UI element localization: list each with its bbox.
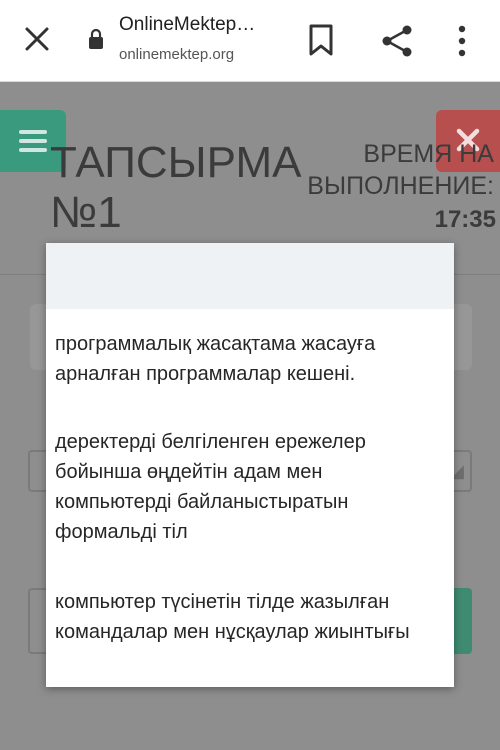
page-title: OnlineMektep… <box>119 14 256 35</box>
task-number: №1 <box>50 188 122 237</box>
time-label-line2: ВЫПОЛНЕНИЕ: <box>307 172 494 200</box>
hamburger-icon-bar <box>19 148 47 152</box>
dropdown-option[interactable]: деректерді белгіленген ережелер бойынша … <box>55 427 425 547</box>
hamburger-icon <box>19 130 47 134</box>
time-label-line1: ВРЕМЯ НА <box>363 140 494 168</box>
dropdown-empty-option[interactable] <box>46 243 454 309</box>
time-label: ВРЕМЯ НА ВЫПОЛНЕНИЕ: <box>307 138 494 202</box>
share-icon[interactable] <box>380 24 414 58</box>
bookmark-icon[interactable] <box>308 24 334 56</box>
close-icon[interactable] <box>22 24 52 54</box>
task-title-text: ТАПСЫРМА <box>50 138 302 187</box>
timer-value: 17:35 <box>434 206 496 233</box>
dropdown-option[interactable]: программалық жасақтама жасауға арналған … <box>55 329 425 389</box>
more-options-icon[interactable] <box>456 24 468 58</box>
lock-icon <box>89 28 103 49</box>
dropdown-option[interactable]: компьютер түсінетін тілде жазылған коман… <box>55 587 425 647</box>
browser-toolbar: OnlineMektep… onlinemektep.org <box>0 0 500 82</box>
dropdown-list: программалық жасақтама жасауға арналған … <box>46 243 454 687</box>
task-title: ТАПСЫРМА №1 <box>50 138 301 238</box>
hamburger-icon-bar <box>19 139 47 143</box>
url-text[interactable]: onlinemektep.org <box>119 46 234 63</box>
